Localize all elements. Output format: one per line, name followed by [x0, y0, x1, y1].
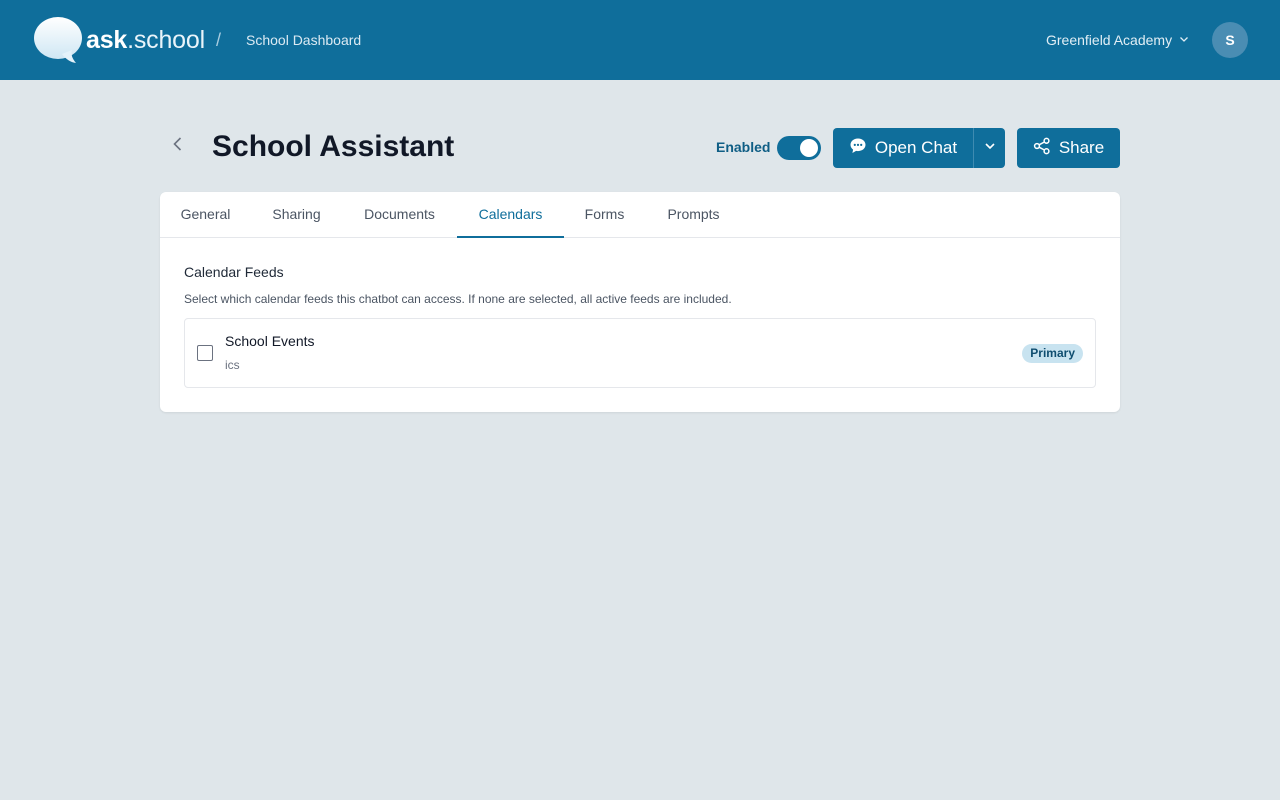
school-name: Greenfield Academy	[1046, 32, 1173, 48]
chevron-down-icon	[1178, 32, 1190, 48]
enabled-label: Enabled	[716, 139, 771, 155]
enabled-toggle[interactable]	[777, 136, 821, 160]
feed-checkbox[interactable]	[197, 345, 213, 361]
settings-card: General Sharing Documents Calendars Form…	[160, 192, 1120, 412]
page-title: School Assistant	[212, 130, 455, 163]
share-label: Share	[1058, 138, 1105, 157]
section-description: Select which calendar feeds this chatbot…	[184, 292, 732, 306]
tab-bar: General Sharing Documents Calendars Form…	[160, 192, 1120, 238]
logo[interactable]: ask.school	[32, 16, 205, 64]
tab-forms[interactable]: Forms	[564, 192, 645, 238]
chevron-down-icon	[984, 139, 996, 157]
breadcrumb-school-dashboard[interactable]: School Dashboard	[246, 32, 361, 48]
tab-general[interactable]: General	[160, 192, 251, 238]
open-chat-dropdown-button[interactable]	[973, 128, 1005, 168]
feed-type: ics	[225, 358, 240, 372]
back-button[interactable]	[166, 134, 190, 158]
avatar[interactable]: S	[1212, 22, 1248, 58]
school-selector[interactable]: Greenfield Academy	[1046, 32, 1190, 48]
open-chat-button[interactable]: Open Chat	[833, 128, 973, 168]
toggle-knob	[800, 139, 818, 157]
share-button[interactable]: Share	[1017, 128, 1120, 168]
top-header: ask.school / School Dashboard Greenfield…	[0, 0, 1280, 80]
logo-text: ask.school	[86, 25, 205, 54]
breadcrumb-separator: /	[216, 30, 222, 50]
tab-sharing[interactable]: Sharing	[251, 192, 342, 238]
speech-bubble-icon	[32, 16, 84, 64]
tab-documents[interactable]: Documents	[342, 192, 457, 238]
tab-prompts[interactable]: Prompts	[645, 192, 742, 238]
primary-badge: Primary	[1022, 344, 1083, 363]
chat-bubble-icon	[849, 137, 867, 160]
tab-calendars[interactable]: Calendars	[457, 192, 564, 238]
chevron-left-icon	[171, 136, 185, 157]
open-chat-label: Open Chat	[874, 138, 958, 157]
share-icon	[1033, 137, 1051, 160]
section-title: Calendar Feeds	[184, 264, 284, 280]
feed-name: School Events	[225, 333, 315, 349]
calendar-feed-item[interactable]: School Events ics Primary	[184, 318, 1096, 388]
